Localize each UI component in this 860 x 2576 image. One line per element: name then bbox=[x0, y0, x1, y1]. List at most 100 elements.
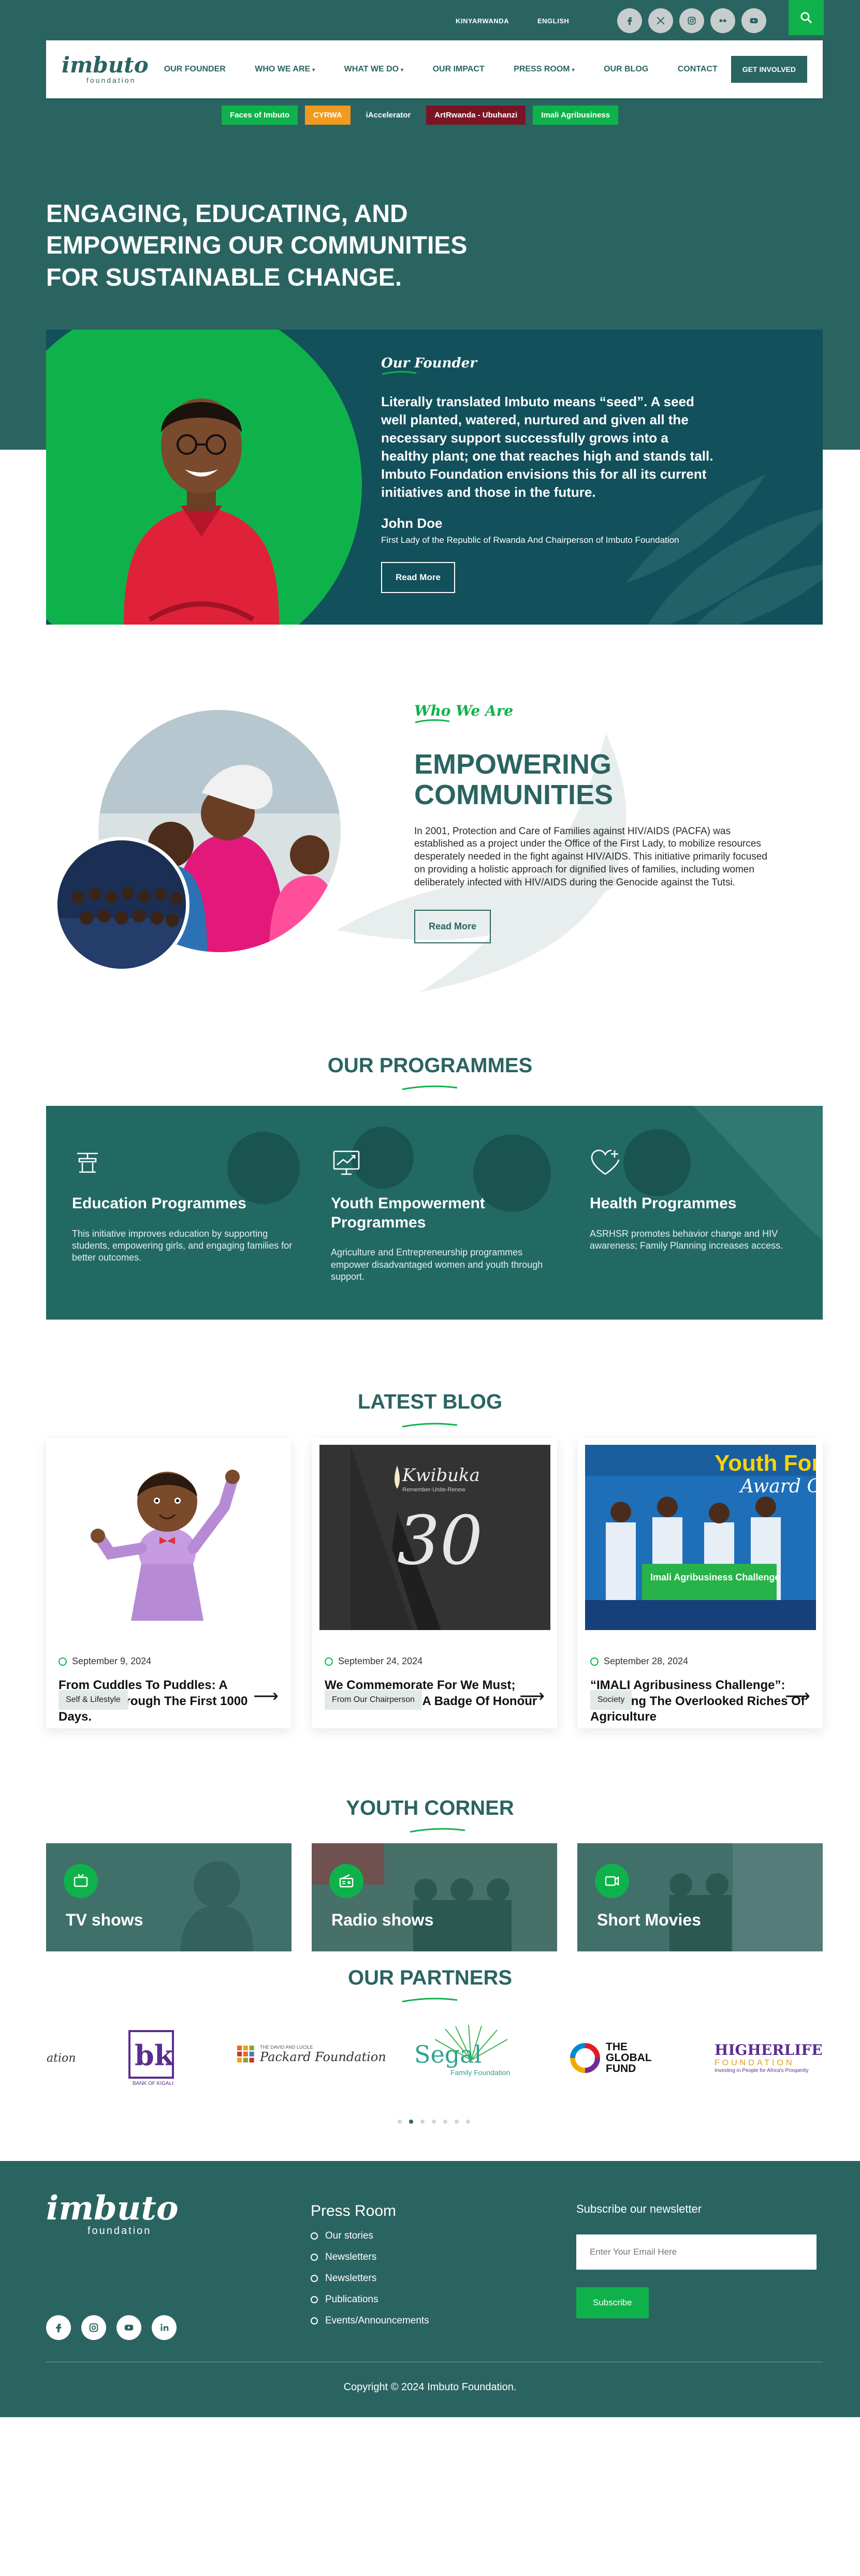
blog-card[interactable]: September 9, 2024 From Cuddles To Puddle… bbox=[46, 1439, 291, 1728]
programme-card-youth[interactable]: Youth Empowerment Programmes Agriculture… bbox=[331, 1147, 553, 1283]
footer-newsletter: Subscribe our newsletter Subscribe bbox=[576, 2202, 823, 2318]
clock-icon bbox=[590, 1657, 599, 1666]
partner-logo-packard-foundation[interactable]: THE DAVID AND LUCILE Packard Foundation bbox=[237, 2045, 386, 2064]
blog-category-tag[interactable]: Self & Lifestyle bbox=[59, 1690, 128, 1710]
bullet-ring-icon bbox=[311, 2296, 318, 2303]
footer-social-links bbox=[46, 2315, 177, 2340]
bullet-ring-icon bbox=[311, 2254, 318, 2261]
flickr-icon[interactable] bbox=[710, 8, 735, 33]
who-text-block: Who We Are EMPOWERING COMMUNITIES In 200… bbox=[414, 702, 777, 944]
youth-corner-section: YOUTH CORNER TV shows Radio shows Short … bbox=[0, 1794, 860, 1964]
footer-link-newsletters[interactable]: Newsletters bbox=[311, 2252, 429, 2263]
packard-top-text: THE DAVID AND LUCILE bbox=[260, 2045, 313, 2050]
clock-icon bbox=[59, 1657, 67, 1666]
search-icon bbox=[800, 12, 812, 23]
segal-name: Segal bbox=[414, 2040, 482, 2068]
programmes-heading: OUR PROGRAMMES bbox=[327, 1054, 533, 1077]
pager-dot[interactable] bbox=[420, 2120, 425, 2124]
movie-icon bbox=[595, 1864, 629, 1898]
blog-heading: LATEST BLOG bbox=[357, 1390, 503, 1413]
newsletter-email-input[interactable] bbox=[576, 2234, 817, 2270]
pager-dot[interactable] bbox=[432, 2120, 436, 2124]
programmes-section: OUR PROGRAMMES Education Programmes This… bbox=[0, 1054, 860, 1325]
programme-description: Agriculture and Entrepreneurship program… bbox=[331, 1247, 543, 1282]
youth-card-radio-shows[interactable]: Radio shows bbox=[312, 1843, 557, 1951]
arrow-right-icon[interactable]: ⟶ bbox=[519, 1686, 545, 1707]
blog-card[interactable]: Kwibuka Remember-Unite-Renew 30 Septembe… bbox=[312, 1439, 557, 1728]
pager-dot[interactable] bbox=[398, 2120, 402, 2124]
bullet-ring-icon bbox=[311, 2275, 318, 2282]
who-description: In 2001, Protection and Care of Families… bbox=[414, 825, 767, 888]
partner-name: ation bbox=[47, 2052, 76, 2065]
bk-wordmark: bk bbox=[135, 2039, 174, 2072]
partners-section: OUR PARTNERS ation bk BANK OF KIGALI THE… bbox=[0, 1964, 860, 2161]
arrow-right-icon[interactable]: ⟶ bbox=[785, 1686, 810, 1707]
language-kinyarwanda-link[interactable]: KINYARWANDA bbox=[456, 17, 509, 25]
bullet-ring-icon bbox=[311, 2317, 318, 2325]
who-title: EMPOWERING COMMUNITIES bbox=[414, 749, 613, 811]
youth-card-label: Short Movies bbox=[597, 1911, 701, 1929]
linkedin-icon[interactable] bbox=[152, 2315, 177, 2340]
footer-link-newsletters[interactable]: Newsletters bbox=[311, 2273, 429, 2284]
footer-link-label: Newsletters bbox=[325, 2252, 377, 2262]
programme-description: This initiative improves education by su… bbox=[72, 1228, 293, 1263]
pager-dot[interactable] bbox=[455, 2120, 459, 2124]
partner-logo-global-fund[interactable]: THE GLOBAL FUND bbox=[570, 2041, 652, 2074]
footer-link-label: Our stories bbox=[325, 2230, 373, 2241]
pager-dot[interactable] bbox=[443, 2120, 447, 2124]
bullet-ring-icon bbox=[311, 2232, 318, 2240]
youth-card-label: TV shows bbox=[66, 1911, 143, 1929]
youth-heading: YOUTH CORNER bbox=[346, 1797, 514, 1819]
bk-subtitle: BANK OF KIGALI bbox=[133, 2081, 173, 2086]
underline-decoration bbox=[382, 371, 417, 375]
instagram-icon[interactable] bbox=[679, 8, 704, 33]
kwibuka-subtitle: Remember-Unite-Renew bbox=[402, 1487, 465, 1493]
packard-emblem bbox=[237, 2046, 254, 2063]
bank-of-kigali-logo: bk BANK OF KIGALI bbox=[128, 2030, 174, 2086]
newsletter-heading: Subscribe our newsletter bbox=[576, 2202, 702, 2215]
programme-card-health[interactable]: Health Programmes ASRHSR promotes behavi… bbox=[590, 1147, 812, 1252]
blog-card[interactable]: Youth For Award Ce Imali Agribusiness Ch… bbox=[578, 1439, 823, 1728]
youtube-icon[interactable] bbox=[116, 2315, 141, 2340]
date-text: September 9, 2024 bbox=[72, 1656, 152, 1666]
who-we-are-section: Who We Are EMPOWERING COMMUNITIES In 200… bbox=[0, 625, 860, 1054]
who-read-more-button[interactable]: Read More bbox=[414, 910, 491, 944]
education-icon bbox=[77, 1152, 98, 1173]
blog-category-tag[interactable]: From Our Chairperson bbox=[325, 1690, 422, 1710]
programme-card-education[interactable]: Education Programmes This initiative imp… bbox=[72, 1147, 295, 1264]
programme-title: Health Programmes bbox=[590, 1195, 737, 1212]
underline-decoration bbox=[410, 1828, 465, 1833]
facebook-icon[interactable] bbox=[46, 2315, 71, 2340]
footer-logo[interactable]: imbuto foundation bbox=[46, 2192, 179, 2237]
pager-dot[interactable] bbox=[466, 2120, 470, 2124]
founder-name: John Doe bbox=[381, 515, 443, 531]
footer-link-events[interactable]: Events/Announcements bbox=[311, 2315, 429, 2327]
top-social-links bbox=[617, 8, 766, 33]
global-fund-text: GLOBAL bbox=[606, 2052, 652, 2064]
youth-card-tv-shows[interactable]: TV shows bbox=[46, 1843, 291, 1951]
footer-link-our-stories[interactable]: Our stories bbox=[311, 2230, 429, 2242]
partner-logo[interactable]: ation bbox=[47, 2052, 76, 2065]
youth-card-short-movies[interactable]: Short Movies bbox=[577, 1843, 823, 1951]
copyright-text: Copyright © 2024 Imbuto Foundation. bbox=[343, 2381, 517, 2393]
arrow-right-icon[interactable]: ⟶ bbox=[253, 1686, 279, 1707]
x-twitter-icon[interactable] bbox=[648, 8, 673, 33]
subscribe-button[interactable]: Subscribe bbox=[576, 2287, 649, 2318]
global-fund-text: THE bbox=[606, 2041, 628, 2053]
footer-link-publications[interactable]: Publications bbox=[311, 2294, 429, 2305]
youtube-icon[interactable] bbox=[741, 8, 766, 33]
pager-dot-active[interactable] bbox=[409, 2120, 413, 2124]
banner-text: Award Ce bbox=[739, 1476, 816, 1497]
blog-category-tag[interactable]: Society bbox=[590, 1690, 632, 1710]
partner-logo-bank-of-kigali[interactable]: bk BANK OF KIGALI bbox=[125, 2029, 177, 2086]
press-room-heading: Press Room bbox=[311, 2202, 397, 2219]
language-english-link[interactable]: ENGLISH bbox=[537, 17, 569, 25]
logo-wordmark: imbuto bbox=[46, 2189, 179, 2228]
facebook-icon[interactable] bbox=[617, 8, 642, 33]
partner-logo-segal-family-foundation[interactable]: Segal Family Foundation bbox=[414, 2024, 510, 2077]
founder-read-more-button[interactable]: Read More bbox=[381, 561, 455, 593]
search-button[interactable] bbox=[789, 0, 824, 35]
tv-icon bbox=[64, 1864, 98, 1898]
instagram-icon[interactable] bbox=[81, 2315, 106, 2340]
partner-logo-higherlife[interactable]: HIGHERLIFE FOUNDATION Investing in Peopl… bbox=[715, 2041, 839, 2074]
